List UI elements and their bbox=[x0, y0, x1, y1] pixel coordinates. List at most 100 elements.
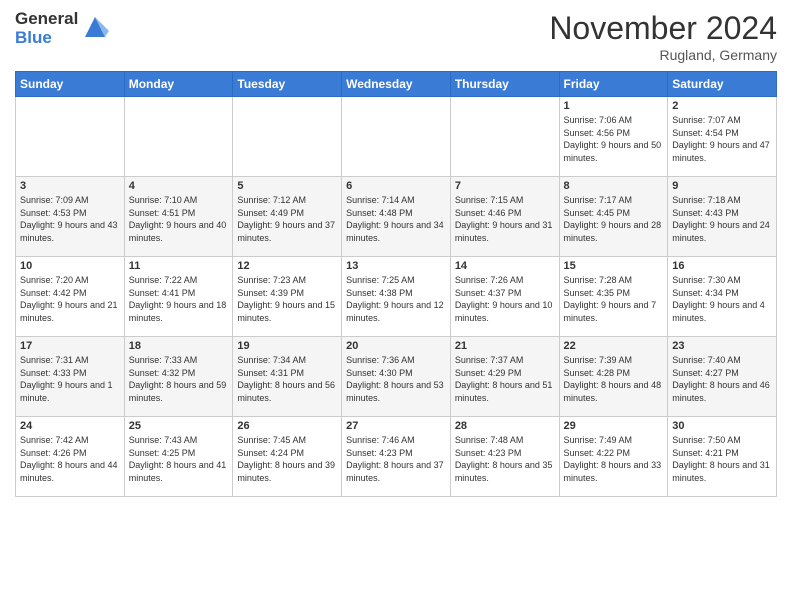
day-number: 25 bbox=[129, 420, 229, 432]
day-info: Sunrise: 7:36 AM Sunset: 4:30 PM Dayligh… bbox=[346, 354, 446, 404]
day-info: Sunrise: 7:37 AM Sunset: 4:29 PM Dayligh… bbox=[455, 354, 555, 404]
day-info: Sunrise: 7:39 AM Sunset: 4:28 PM Dayligh… bbox=[564, 354, 664, 404]
title-block: November 2024 Rugland, Germany bbox=[549, 10, 777, 63]
day-info: Sunrise: 7:49 AM Sunset: 4:22 PM Dayligh… bbox=[564, 434, 664, 484]
calendar-table: Sunday Monday Tuesday Wednesday Thursday… bbox=[15, 71, 777, 497]
day-number: 17 bbox=[20, 340, 120, 352]
table-row: 8 Sunrise: 7:17 AM Sunset: 4:45 PM Daylig… bbox=[559, 177, 668, 257]
table-row bbox=[450, 97, 559, 177]
day-number: 11 bbox=[129, 260, 229, 272]
day-info: Sunrise: 7:12 AM Sunset: 4:49 PM Dayligh… bbox=[237, 194, 337, 244]
table-row: 20Sunrise: 7:36 AM Sunset: 4:30 PM Dayli… bbox=[342, 337, 451, 417]
table-row: 25 Sunrise: 7:43 AM Sunset: 4:25 PM Dayli… bbox=[124, 417, 233, 497]
day-info: Sunrise: 7:43 AM Sunset: 4:25 PM Dayligh… bbox=[129, 434, 229, 484]
table-row bbox=[16, 97, 125, 177]
table-row: 9Sunrise: 7:18 AM Sunset: 4:43 PM Daylig… bbox=[668, 177, 777, 257]
logo-icon bbox=[81, 13, 109, 41]
day-info: Sunrise: 7:34 AM Sunset: 4:31 PM Dayligh… bbox=[237, 354, 337, 404]
day-info: Sunrise: 7:28 AM Sunset: 4:35 PM Dayligh… bbox=[564, 274, 664, 324]
day-info: Sunrise: 7:17 AM Sunset: 4:45 PM Dayligh… bbox=[564, 194, 664, 244]
table-row: 14 Sunrise: 7:26 AM Sunset: 4:37 PM Dayli… bbox=[450, 257, 559, 337]
day-number: 15 bbox=[564, 260, 664, 272]
header-thursday: Thursday bbox=[450, 72, 559, 97]
table-row: 26 Sunrise: 7:45 AM Sunset: 4:24 PM Dayli… bbox=[233, 417, 342, 497]
table-row: 22Sunrise: 7:39 AM Sunset: 4:28 PM Dayli… bbox=[559, 337, 668, 417]
table-row: 11 Sunrise: 7:22 AM Sunset: 4:41 PM Dayli… bbox=[124, 257, 233, 337]
day-number: 26 bbox=[237, 420, 337, 432]
table-row: 13 Sunrise: 7:25 AM Sunset: 4:38 PM Dayli… bbox=[342, 257, 451, 337]
table-row: 1Sunrise: 7:06 AM Sunset: 4:56 PM Daylig… bbox=[559, 97, 668, 177]
logo: General Blue bbox=[15, 10, 109, 47]
table-row: 19 Sunrise: 7:34 AM Sunset: 4:31 PM Dayli… bbox=[233, 337, 342, 417]
table-row: 15 Sunrise: 7:28 AM Sunset: 4:35 PM Dayli… bbox=[559, 257, 668, 337]
day-info: Sunrise: 7:30 AM Sunset: 4:34 PM Dayligh… bbox=[672, 274, 772, 324]
header-tuesday: Tuesday bbox=[233, 72, 342, 97]
day-info: Sunrise: 7:15 AM Sunset: 4:46 PM Dayligh… bbox=[455, 194, 555, 244]
day-info: Sunrise: 7:33 AM Sunset: 4:32 PM Dayligh… bbox=[129, 354, 229, 404]
table-row: 4Sunrise: 7:10 AM Sunset: 4:51 PM Daylig… bbox=[124, 177, 233, 257]
day-info: Sunrise: 7:40 AM Sunset: 4:27 PM Dayligh… bbox=[672, 354, 772, 404]
table-row: 17 Sunrise: 7:31 AM Sunset: 4:33 PM Dayli… bbox=[16, 337, 125, 417]
calendar-header: Sunday Monday Tuesday Wednesday Thursday… bbox=[16, 72, 777, 97]
page-container: General Blue November 2024 Rugland, Germ… bbox=[0, 0, 792, 507]
day-number: 23 bbox=[672, 340, 772, 352]
table-row: 3 Sunrise: 7:09 AM Sunset: 4:53 PM Daylig… bbox=[16, 177, 125, 257]
table-row: 16 Sunrise: 7:30 AM Sunset: 4:34 PM Dayli… bbox=[668, 257, 777, 337]
day-number: 7 bbox=[455, 180, 555, 192]
day-number: 30 bbox=[672, 420, 772, 432]
table-row: 5Sunrise: 7:12 AM Sunset: 4:49 PM Daylig… bbox=[233, 177, 342, 257]
table-row: 18 Sunrise: 7:33 AM Sunset: 4:32 PM Dayli… bbox=[124, 337, 233, 417]
day-number: 19 bbox=[237, 340, 337, 352]
month-title: November 2024 bbox=[549, 10, 777, 47]
day-info: Sunrise: 7:26 AM Sunset: 4:37 PM Dayligh… bbox=[455, 274, 555, 324]
table-row: 23 Sunrise: 7:40 AM Sunset: 4:27 PM Dayli… bbox=[668, 337, 777, 417]
day-number: 13 bbox=[346, 260, 446, 272]
header-wednesday: Wednesday bbox=[342, 72, 451, 97]
table-row: 24 Sunrise: 7:42 AM Sunset: 4:26 PM Dayli… bbox=[16, 417, 125, 497]
day-number: 10 bbox=[20, 260, 120, 272]
day-info: Sunrise: 7:07 AM Sunset: 4:54 PM Dayligh… bbox=[672, 114, 772, 164]
day-number: 28 bbox=[455, 420, 555, 432]
day-info: Sunrise: 7:20 AM Sunset: 4:42 PM Dayligh… bbox=[20, 274, 120, 324]
day-info: Sunrise: 7:22 AM Sunset: 4:41 PM Dayligh… bbox=[129, 274, 229, 324]
day-info: Sunrise: 7:18 AM Sunset: 4:43 PM Dayligh… bbox=[672, 194, 772, 244]
day-number: 24 bbox=[20, 420, 120, 432]
logo-blue: Blue bbox=[15, 29, 78, 48]
location: Rugland, Germany bbox=[549, 47, 777, 63]
day-number: 29 bbox=[564, 420, 664, 432]
day-info: Sunrise: 7:48 AM Sunset: 4:23 PM Dayligh… bbox=[455, 434, 555, 484]
table-row: 29 Sunrise: 7:49 AM Sunset: 4:22 PM Dayli… bbox=[559, 417, 668, 497]
table-row: 2 Sunrise: 7:07 AM Sunset: 4:54 PM Daylig… bbox=[668, 97, 777, 177]
header: General Blue November 2024 Rugland, Germ… bbox=[15, 10, 777, 63]
table-row: 12Sunrise: 7:23 AM Sunset: 4:39 PM Dayli… bbox=[233, 257, 342, 337]
day-info: Sunrise: 7:50 AM Sunset: 4:21 PM Dayligh… bbox=[672, 434, 772, 484]
day-number: 14 bbox=[455, 260, 555, 272]
table-row bbox=[233, 97, 342, 177]
header-friday: Friday bbox=[559, 72, 668, 97]
day-info: Sunrise: 7:45 AM Sunset: 4:24 PM Dayligh… bbox=[237, 434, 337, 484]
table-row: 21 Sunrise: 7:37 AM Sunset: 4:29 PM Dayli… bbox=[450, 337, 559, 417]
header-monday: Monday bbox=[124, 72, 233, 97]
day-number: 3 bbox=[20, 180, 120, 192]
day-number: 6 bbox=[346, 180, 446, 192]
day-info: Sunrise: 7:31 AM Sunset: 4:33 PM Dayligh… bbox=[20, 354, 120, 404]
table-row: 30 Sunrise: 7:50 AM Sunset: 4:21 PM Dayli… bbox=[668, 417, 777, 497]
day-info: Sunrise: 7:09 AM Sunset: 4:53 PM Dayligh… bbox=[20, 194, 120, 244]
header-sunday: Sunday bbox=[16, 72, 125, 97]
table-row: 27Sunrise: 7:46 AM Sunset: 4:23 PM Dayli… bbox=[342, 417, 451, 497]
table-row bbox=[342, 97, 451, 177]
day-info: Sunrise: 7:46 AM Sunset: 4:23 PM Dayligh… bbox=[346, 434, 446, 484]
day-number: 21 bbox=[455, 340, 555, 352]
day-number: 2 bbox=[672, 100, 772, 112]
day-number: 8 bbox=[564, 180, 664, 192]
logo-general: General bbox=[15, 10, 78, 29]
day-info: Sunrise: 7:06 AM Sunset: 4:56 PM Dayligh… bbox=[564, 114, 664, 164]
day-number: 18 bbox=[129, 340, 229, 352]
calendar-body: 1Sunrise: 7:06 AM Sunset: 4:56 PM Daylig… bbox=[16, 97, 777, 497]
day-info: Sunrise: 7:10 AM Sunset: 4:51 PM Dayligh… bbox=[129, 194, 229, 244]
table-row: 10 Sunrise: 7:20 AM Sunset: 4:42 PM Dayli… bbox=[16, 257, 125, 337]
day-number: 16 bbox=[672, 260, 772, 272]
table-row: 6Sunrise: 7:14 AM Sunset: 4:48 PM Daylig… bbox=[342, 177, 451, 257]
day-info: Sunrise: 7:25 AM Sunset: 4:38 PM Dayligh… bbox=[346, 274, 446, 324]
day-info: Sunrise: 7:42 AM Sunset: 4:26 PM Dayligh… bbox=[20, 434, 120, 484]
